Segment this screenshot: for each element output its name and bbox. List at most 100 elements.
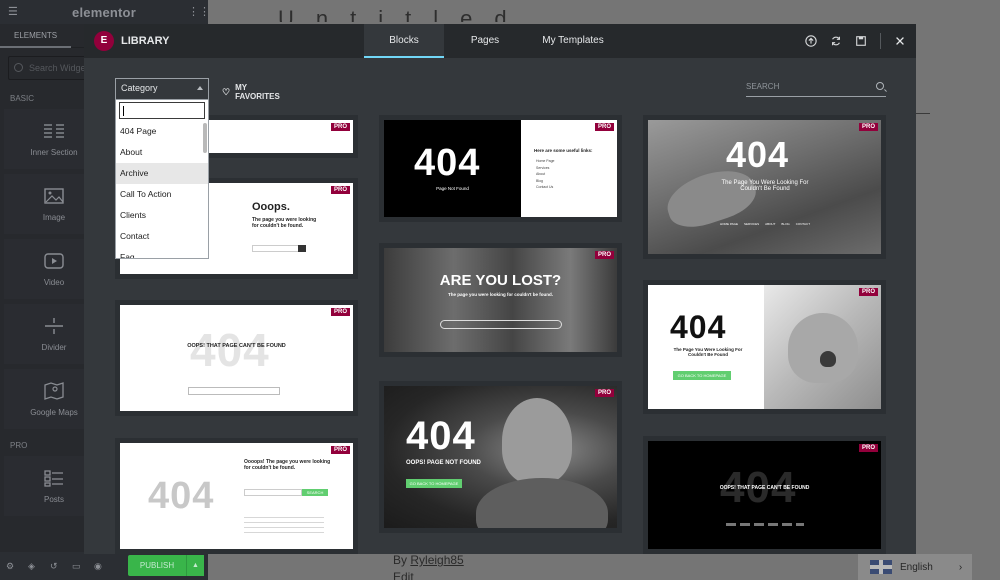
template-card[interactable]: PRO 404 Page Not Found Here are some use… (379, 115, 622, 222)
navigator-icon[interactable]: ◈ (28, 561, 40, 572)
thumb-heading: Ooops. (252, 201, 290, 213)
thumb-heading: ARE YOU LOST? (439, 272, 562, 289)
category-option[interactable]: About (116, 142, 208, 163)
template-card[interactable]: PRO 404 OOPS! THAT PAGE CAN'T BE FOUND (643, 436, 886, 554)
template-library-modal: E LIBRARY Blocks Pages My Templates SEAR… (84, 24, 916, 554)
widget-label: Inner Section (30, 147, 78, 157)
category-option[interactable]: Contact (116, 226, 208, 247)
thumb-link: CONTACT (795, 222, 811, 226)
menu-icon[interactable]: ☰ (8, 7, 20, 18)
thumb-nav-links: HOME PAGE SERVICES ABOUT BLOG CONTACT (720, 222, 810, 226)
thumb-subheading: The page you were looking for couldn't b… (447, 292, 554, 297)
sync-icon[interactable] (830, 34, 842, 48)
template-thumbnail: PRO 404 Page Not Found Here are some use… (384, 120, 617, 217)
responsive-icon[interactable]: ▭ (72, 561, 84, 572)
category-option[interactable]: Faq (116, 247, 208, 258)
category-option-highlighted[interactable]: Archive (116, 163, 208, 184)
divider-icon (45, 317, 63, 334)
template-card[interactable]: PRO 404 The Page You Were Looking For Co… (643, 115, 886, 259)
library-title: LIBRARY (121, 35, 170, 47)
tab-my-templates[interactable]: My Templates (526, 24, 620, 58)
preview-eye-icon[interactable]: ◉ (94, 561, 106, 572)
thumb-link: ABOUT (765, 222, 776, 226)
template-card[interactable]: PRO 404 OOPS! PAGE NOT FOUND GO BACK TO … (379, 381, 622, 533)
tab-pages[interactable]: Pages (444, 24, 526, 58)
tab-elements[interactable]: ELEMENTS (0, 24, 72, 48)
sidebar-header: ☰ elementor ⋮⋮ (0, 0, 210, 24)
pro-badge: PRO (330, 123, 350, 131)
template-card[interactable]: PRO 404 The Page You Were Looking For Co… (643, 280, 886, 414)
author-link[interactable]: Ryleigh85 (410, 553, 463, 567)
pro-badge: PRO (330, 446, 350, 454)
thumb-subheading: Page Not Found (436, 186, 469, 191)
template-thumbnail: PRO 404 The Page You Were Looking For Co… (648, 120, 881, 254)
thumb-heading: Oooops! The page you were looking for co… (244, 459, 331, 471)
history-icon[interactable]: ↺ (50, 561, 62, 572)
search-icon (876, 82, 884, 90)
thumb-home-button: GO BACK TO HOMEPAGE (406, 479, 462, 488)
template-card[interactable]: PRO 404 Oooops! The page you were lookin… (115, 438, 358, 554)
thumb-404-number: 404 (414, 142, 481, 184)
language-switcher[interactable]: English › (858, 554, 972, 580)
category-option[interactable]: Clients (116, 205, 208, 226)
apps-grid-icon[interactable]: ⋮⋮ (188, 7, 210, 18)
close-icon[interactable] (894, 34, 906, 48)
widget-label: Google Maps (30, 407, 78, 417)
category-option[interactable]: Call To Action (116, 184, 208, 205)
category-dropdown: 404 Page About Archive Call To Action Cl… (115, 99, 209, 259)
thumb-photo-face (502, 398, 572, 484)
video-icon (44, 252, 64, 269)
thumb-404-number: 404 (726, 134, 790, 175)
caret-up-icon (197, 86, 203, 90)
template-thumbnail: PRO 404 OOPS! THAT PAGE CAN'T BE FOUND (120, 305, 353, 411)
library-search-placeholder: SEARCH (746, 82, 780, 91)
uk-flag-icon (870, 560, 892, 574)
my-favorites-label: MY FAVORITES (235, 83, 280, 101)
by-label: By (393, 553, 408, 567)
inner-section-icon (44, 123, 64, 138)
library-header: E LIBRARY Blocks Pages My Templates (84, 24, 916, 58)
thumb-links (244, 513, 324, 533)
category-search-input[interactable] (119, 102, 205, 119)
edit-link[interactable]: Edit (393, 570, 414, 580)
thumb-404-number: 404 (190, 324, 270, 376)
template-card[interactable]: PRO 404 OOPS! THAT PAGE CAN'T BE FOUND (115, 300, 358, 416)
image-icon (44, 187, 64, 204)
thumb-message: OOPS! THAT PAGE CAN'T BE FOUND (719, 485, 810, 491)
template-thumbnail: PRO 404 Oooops! The page you were lookin… (120, 443, 353, 549)
my-favorites-filter[interactable]: ♡ MY FAVORITES (222, 83, 280, 101)
save-icon[interactable] (855, 34, 867, 48)
search-icon (14, 63, 23, 72)
thumb-subheading: The page you were looking for couldn't b… (252, 217, 317, 229)
pro-badge: PRO (594, 389, 614, 397)
thumb-search-field (440, 320, 562, 329)
thumb-dark-panel: 404 Page Not Found (384, 120, 521, 217)
template-card[interactable]: PRO ARE YOU LOST? The page you were look… (379, 243, 622, 357)
category-option[interactable]: 404 Page (116, 121, 208, 142)
pro-badge: PRO (858, 123, 878, 131)
post-author: By Ryleigh85 (393, 553, 464, 567)
heart-icon: ♡ (222, 86, 231, 97)
language-label: English (900, 561, 933, 573)
publish-options-button[interactable]: ▲ (186, 555, 204, 576)
widget-label: Posts (43, 494, 64, 504)
template-thumbnail: PRO 404 OOPS! PAGE NOT FOUND GO BACK TO … (384, 386, 617, 528)
publish-button[interactable]: PUBLISH (128, 555, 186, 576)
library-search-input[interactable]: SEARCH (746, 80, 886, 97)
pro-badge: PRO (594, 123, 614, 131)
category-select[interactable]: Category (115, 78, 209, 99)
pro-badge: PRO (858, 444, 878, 452)
widget-label: Video (43, 277, 65, 287)
thumb-404-number: 404 (148, 475, 215, 517)
pro-badge: PRO (858, 288, 878, 296)
upload-icon[interactable] (805, 34, 817, 48)
pro-badge: PRO (594, 251, 614, 259)
thumb-search-field (252, 245, 300, 252)
thumb-search-button: SEARCH (302, 489, 328, 496)
map-icon (44, 381, 64, 400)
thumb-link: Home Page (536, 159, 555, 163)
dropdown-scrollbar[interactable] (203, 123, 207, 153)
tab-blocks[interactable]: Blocks (364, 24, 444, 58)
category-select-label: Category (121, 83, 158, 93)
settings-icon[interactable]: ⚙ (6, 561, 18, 572)
